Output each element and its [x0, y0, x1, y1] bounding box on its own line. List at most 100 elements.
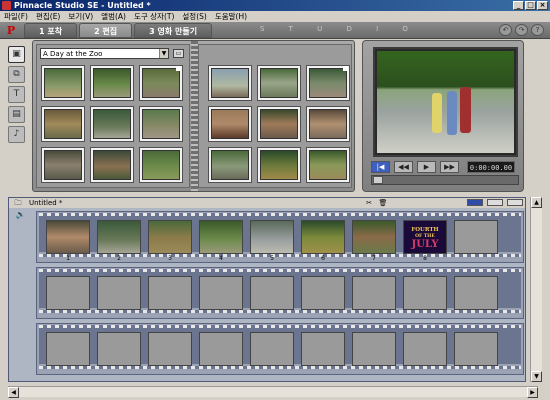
empty-storyboard-slot[interactable]: [250, 276, 294, 310]
menu-edit[interactable]: 편집(E): [36, 11, 60, 22]
storyboard-view-button[interactable]: [467, 199, 483, 206]
menu-toolbox[interactable]: 도구 상자(T): [134, 11, 174, 22]
scene-thumbnail[interactable]: [208, 147, 252, 183]
preview-player: |◀ ◀◀ ▶ ▶▶ 0:00:00.00: [362, 40, 524, 192]
timeline-view-button[interactable]: [487, 199, 503, 206]
fast-forward-button[interactable]: ▶▶: [440, 160, 459, 173]
empty-storyboard-slot[interactable]: [250, 332, 294, 366]
storyboard-clip[interactable]: [352, 220, 396, 254]
storyboard-clip[interactable]: [46, 220, 90, 254]
menu-album[interactable]: 앨범(A): [101, 11, 126, 22]
empty-storyboard-slot[interactable]: [403, 332, 447, 366]
empty-storyboard-slot[interactable]: [454, 332, 498, 366]
menu-file[interactable]: 파일(F): [4, 11, 28, 22]
menu-view[interactable]: 보기(V): [68, 11, 93, 22]
video-person: [447, 91, 457, 135]
scene-thumbnail[interactable]: [139, 65, 183, 101]
preview-screen: [373, 47, 518, 157]
scene-thumbnail[interactable]: [41, 147, 85, 183]
storyboard-clip[interactable]: [97, 220, 141, 254]
vertical-scrollbar[interactable]: ▲ ▼: [530, 197, 542, 382]
empty-storyboard-slot[interactable]: [148, 276, 192, 310]
movie-title: Untitled *: [29, 199, 63, 207]
scroll-down-icon[interactable]: ▼: [531, 371, 542, 382]
still-images-icon[interactable]: ▤: [8, 106, 25, 123]
timecode-display[interactable]: 0:00:00.00: [467, 160, 515, 173]
title-bar: Pinnacle Studio SE - Untitled * _ □ ×: [0, 0, 550, 11]
scene-thumbnail[interactable]: [306, 147, 350, 183]
empty-storyboard-slot[interactable]: [454, 220, 498, 254]
album-section-tabs: ▣ ⧉ T ▤ ♪: [8, 46, 26, 143]
titles-icon[interactable]: T: [8, 86, 25, 103]
empty-storyboard-slot[interactable]: [352, 276, 396, 310]
minimize-button[interactable]: _: [513, 1, 524, 10]
empty-storyboard-slot[interactable]: [97, 276, 141, 310]
rewind-button[interactable]: ◀◀: [394, 160, 413, 173]
title-clip[interactable]: FOURTH OF THE JULY: [403, 220, 447, 254]
trash-icon[interactable]: 🗑: [378, 199, 388, 207]
scroll-up-icon[interactable]: ▲: [531, 197, 542, 208]
undo-icon[interactable]: ↶: [499, 24, 512, 36]
razor-icon[interactable]: ✂: [364, 199, 374, 207]
scrubber-handle[interactable]: [373, 176, 383, 184]
scroll-left-icon[interactable]: ◀: [8, 387, 19, 398]
empty-storyboard-slot[interactable]: [97, 332, 141, 366]
horizontal-scrollbar[interactable]: ◀ ▶: [8, 386, 538, 398]
empty-storyboard-slot[interactable]: [199, 332, 243, 366]
video-person: [460, 87, 471, 133]
tab-make-movie[interactable]: 3 영화 만들기: [134, 23, 213, 38]
clip-number: 6: [321, 255, 325, 262]
scene-thumbnail[interactable]: [90, 106, 134, 142]
redo-icon[interactable]: ↷: [515, 24, 528, 36]
speaker-icon[interactable]: 🔈: [15, 210, 26, 220]
empty-storyboard-slot[interactable]: [199, 276, 243, 310]
empty-storyboard-slot[interactable]: [301, 276, 345, 310]
close-button[interactable]: ×: [537, 1, 548, 10]
text-view-button[interactable]: [507, 199, 523, 206]
folder-icon[interactable]: ▭: [173, 49, 184, 58]
album-file-dropdown[interactable]: A Day at the Zoo ▼: [40, 48, 169, 59]
maximize-button[interactable]: □: [525, 1, 536, 10]
empty-storyboard-slot[interactable]: [301, 332, 345, 366]
scene-thumbnail[interactable]: [139, 106, 183, 142]
tab-edit[interactable]: 2 편집: [79, 23, 133, 38]
storyboard-clip[interactable]: [199, 220, 243, 254]
help-icon[interactable]: ?: [531, 24, 544, 36]
scene-thumbnail[interactable]: [90, 65, 134, 101]
scrubber-bar[interactable]: [371, 175, 519, 185]
preview-video-frame: [377, 51, 514, 153]
tab-capture[interactable]: 1 포착: [24, 23, 78, 38]
scene-thumbnail[interactable]: [90, 147, 134, 183]
transitions-icon[interactable]: ⧉: [8, 66, 25, 83]
chevron-down-icon: ▼: [159, 49, 168, 58]
play-button[interactable]: ▶: [417, 160, 436, 173]
scene-thumbnail[interactable]: [208, 65, 252, 101]
scene-thumbnail[interactable]: [306, 65, 350, 101]
scene-thumbnail[interactable]: [139, 147, 183, 183]
clip-number: 7: [372, 255, 376, 262]
empty-storyboard-slot[interactable]: [403, 276, 447, 310]
empty-storyboard-slot[interactable]: [352, 332, 396, 366]
empty-storyboard-slot[interactable]: [148, 332, 192, 366]
go-to-start-button[interactable]: |◀: [371, 160, 390, 173]
scene-thumbnail[interactable]: [306, 106, 350, 142]
storyboard-clip[interactable]: [148, 220, 192, 254]
storyboard-clip[interactable]: [250, 220, 294, 254]
scene-thumbnail[interactable]: [257, 147, 301, 183]
scene-thumbnail[interactable]: [257, 106, 301, 142]
movie-header: 🗀 Untitled * ✂ 🗑: [9, 198, 525, 208]
scene-thumbnail[interactable]: [41, 65, 85, 101]
menu-help[interactable]: 도움말(H): [215, 11, 247, 22]
video-scenes-icon[interactable]: ▣: [8, 46, 25, 63]
storyboard-clip[interactable]: [301, 220, 345, 254]
menu-settings[interactable]: 설정(S): [182, 11, 206, 22]
empty-storyboard-slot[interactable]: [46, 276, 90, 310]
empty-storyboard-slot[interactable]: [454, 276, 498, 310]
album-right-page: [198, 44, 352, 188]
scene-thumbnail[interactable]: [41, 106, 85, 142]
scene-thumbnail[interactable]: [208, 106, 252, 142]
sound-effects-icon[interactable]: ♪: [8, 126, 25, 143]
scene-thumbnail[interactable]: [257, 65, 301, 101]
scroll-right-icon[interactable]: ▶: [527, 387, 538, 398]
empty-storyboard-slot[interactable]: [46, 332, 90, 366]
